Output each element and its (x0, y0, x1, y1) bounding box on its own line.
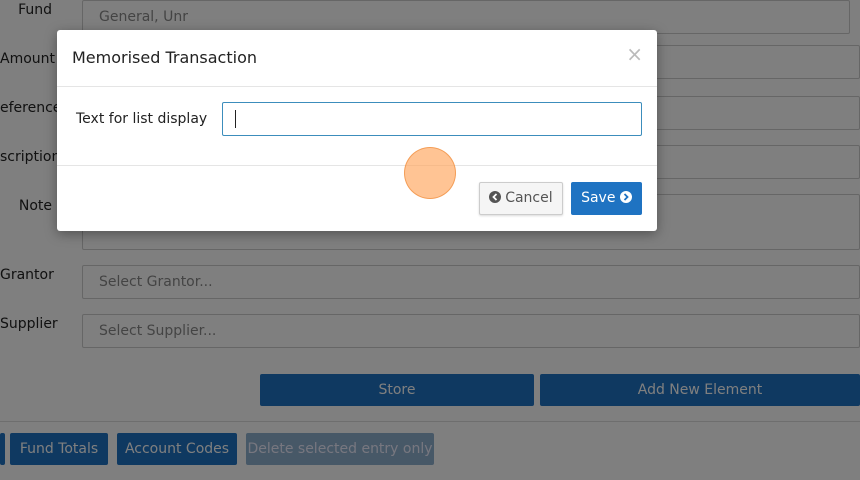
memorised-transaction-modal: Memorised Transaction × Text for list di… (57, 30, 657, 231)
modal-title: Memorised Transaction (72, 48, 257, 67)
text-caret (235, 110, 236, 128)
list-display-label: Text for list display (76, 111, 208, 127)
cancel-button[interactable]: Cancel (479, 182, 563, 215)
arrow-right-circle-icon (619, 191, 632, 205)
click-indicator (404, 147, 456, 199)
modal-body: Text for list display (57, 87, 657, 199)
list-display-input[interactable] (222, 102, 642, 136)
close-icon[interactable]: × (626, 42, 643, 66)
cancel-label: Cancel (505, 190, 553, 206)
modal-header: Memorised Transaction × (57, 30, 657, 87)
arrow-left-circle-icon (489, 191, 505, 205)
save-label: Save (581, 190, 616, 206)
save-button[interactable]: Save (571, 182, 642, 215)
